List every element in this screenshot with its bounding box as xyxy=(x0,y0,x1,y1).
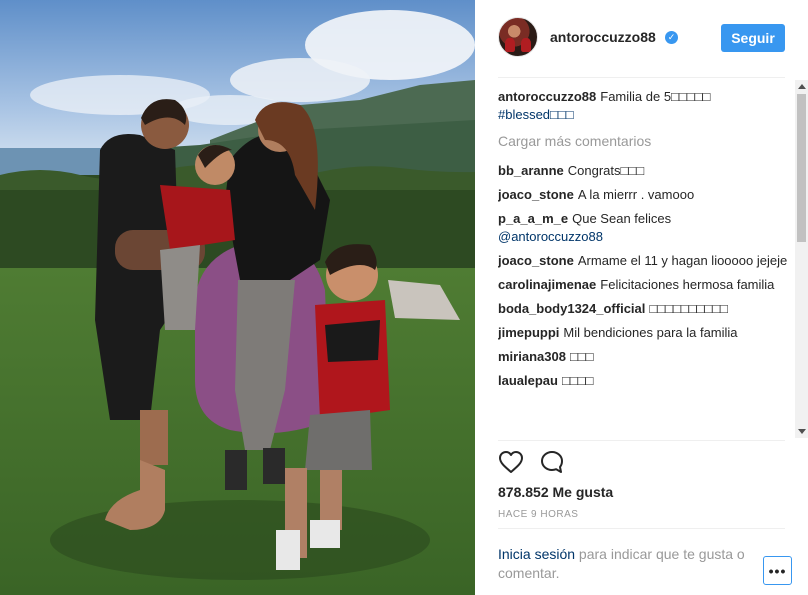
comment-item: joaco_stone Armame el 11 y hagan liooooo … xyxy=(498,252,793,270)
post-panel: antoroccuzzo88 ✓ Seguir antoroccuzzo88 Fa… xyxy=(475,0,808,595)
comment-bubble-icon[interactable] xyxy=(540,450,566,474)
login-prompt: Inicia sesión para indicar que te gusta … xyxy=(498,545,758,583)
comment-username[interactable]: miriana308 xyxy=(498,349,566,364)
comment-text: Felicitaciones hermosa familia xyxy=(600,277,775,292)
comment-username[interactable]: p_a_a_m_e xyxy=(498,211,568,226)
login-link[interactable]: Inicia sesión xyxy=(498,546,575,562)
comments-list[interactable]: antoroccuzzo88 Familia de 5□□□□□ #blessed… xyxy=(498,88,793,438)
comment-mention[interactable]: @antoroccuzzo88 xyxy=(498,229,603,244)
post-timestamp: HACE 9 HORAS xyxy=(498,509,579,520)
divider xyxy=(498,528,785,529)
comment-username[interactable]: bb_aranne xyxy=(498,163,564,178)
avatar-figure xyxy=(521,38,531,52)
likes-count[interactable]: 878.852 Me gusta xyxy=(498,484,613,500)
comment-text: □□□□□□□□□□ xyxy=(649,301,728,316)
comment-text: □□□□ xyxy=(561,373,594,388)
comment-text: □□□ xyxy=(569,349,594,364)
comment-text: Que Sean felices xyxy=(572,211,672,226)
more-options-button[interactable]: ••• xyxy=(763,556,792,585)
follow-button[interactable]: Seguir xyxy=(721,24,785,52)
comment-text: Mil bendiciones para la familia xyxy=(563,325,738,340)
comments-scrollbar[interactable] xyxy=(795,80,808,438)
comment-username[interactable]: joaco_stone xyxy=(498,253,574,268)
scroll-down-arrow-icon[interactable] xyxy=(798,429,806,434)
comment-username[interactable]: jimepuppi xyxy=(498,325,559,340)
avatar-figure xyxy=(505,38,515,52)
caption-text: Familia de 5□□□□□ xyxy=(600,89,711,104)
divider xyxy=(498,440,785,441)
heart-icon[interactable] xyxy=(498,450,524,474)
divider xyxy=(498,77,785,78)
comment-item: miriana308 □□□ xyxy=(498,348,793,366)
post-username[interactable]: antoroccuzzo88 xyxy=(550,29,656,45)
action-bar xyxy=(498,450,578,476)
post-photo[interactable] xyxy=(0,0,475,595)
comment-item: carolinajimenae Felicitaciones hermosa fa… xyxy=(498,276,793,294)
family-photo xyxy=(0,0,475,595)
comment-item: jimepuppi Mil bendiciones para la familia xyxy=(498,324,793,342)
comment-username[interactable]: joaco_stone xyxy=(498,187,574,202)
comment-username[interactable]: carolinajimenae xyxy=(498,277,596,292)
caption-username[interactable]: antoroccuzzo88 xyxy=(498,89,596,104)
comment-username[interactable]: boda_body1324_official xyxy=(498,301,645,316)
post-header: antoroccuzzo88 ✓ Seguir xyxy=(475,0,808,77)
caption-hashtag[interactable]: #blessed□□□ xyxy=(498,107,574,122)
caption: antoroccuzzo88 Familia de 5□□□□□ #blessed… xyxy=(498,88,793,124)
scroll-up-arrow-icon[interactable] xyxy=(798,84,806,89)
comment-item: boda_body1324_official □□□□□□□□□□ xyxy=(498,300,793,318)
comment-item: joaco_stone A la mierrr . vamooo xyxy=(498,186,793,204)
comment-username[interactable]: laualepau xyxy=(498,373,558,388)
comment-text: A la mierrr . vamooo xyxy=(577,187,695,202)
comment-item: bb_aranne Congrats□□□ xyxy=(498,162,793,180)
verified-badge-icon: ✓ xyxy=(665,31,678,44)
comment-text: Congrats□□□ xyxy=(567,163,645,178)
load-more-comments-link[interactable]: Cargar más comentarios xyxy=(498,132,793,150)
comment-item: laualepau □□□□ xyxy=(498,372,793,390)
scrollbar-thumb[interactable] xyxy=(797,94,806,242)
comment-text: Armame el 11 y hagan liooooo jejeje xyxy=(577,253,788,268)
avatar[interactable] xyxy=(498,17,538,57)
comment-item: p_a_a_m_e Que Sean felices @antoroccuzzo8… xyxy=(498,210,793,246)
